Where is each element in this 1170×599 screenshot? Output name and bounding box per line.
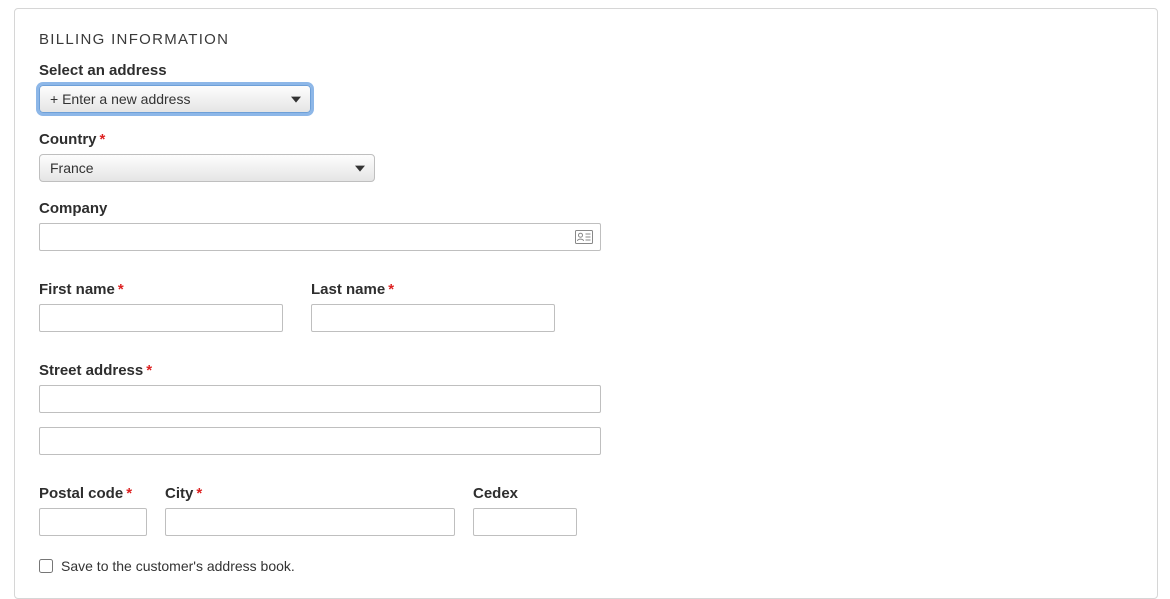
first-name-label: First name* [39,281,283,298]
cedex-label: Cedex [473,485,577,502]
company-input[interactable] [39,223,601,251]
first-name-field: First name* [39,281,283,332]
street-address-input-1[interactable] [39,385,601,413]
required-mark: * [126,485,132,502]
company-field: Company [39,200,1133,251]
street-address-field: Street address* [39,362,1133,455]
select-address-field: Select an address + Enter a new address [39,62,1133,113]
postal-code-field: Postal code* [39,485,147,536]
postal-code-input[interactable] [39,508,147,536]
first-name-input[interactable] [39,304,283,332]
cedex-field: Cedex [473,485,577,536]
postal-city-cedex-row: Postal code* City* Cedex [39,485,1133,536]
street-address-input-2[interactable] [39,427,601,455]
country-label: Country* [39,131,1133,148]
city-label: City* [165,485,455,502]
required-mark: * [100,131,106,148]
required-mark: * [118,281,124,298]
save-address-label: Save to the customer's address book. [61,558,295,574]
street-address-label: Street address* [39,362,1133,379]
select-address-label: Select an address [39,62,1133,79]
cedex-input[interactable] [473,508,577,536]
save-address-row: Save to the customer's address book. [39,558,1133,574]
city-field: City* [165,485,455,536]
company-label: Company [39,200,1133,217]
name-row: First name* Last name* [39,281,1133,332]
city-input[interactable] [165,508,455,536]
last-name-field: Last name* [311,281,555,332]
country-dropdown[interactable]: France [39,154,375,182]
required-mark: * [146,362,152,379]
required-mark: * [388,281,394,298]
last-name-input[interactable] [311,304,555,332]
last-name-label: Last name* [311,281,555,298]
country-field: Country* France [39,131,1133,182]
select-address-dropdown[interactable]: + Enter a new address [39,85,311,113]
required-mark: * [196,485,202,502]
postal-code-label: Postal code* [39,485,147,502]
panel-title: BILLING INFORMATION [39,31,1133,48]
billing-info-panel: BILLING INFORMATION Select an address + … [14,8,1158,599]
